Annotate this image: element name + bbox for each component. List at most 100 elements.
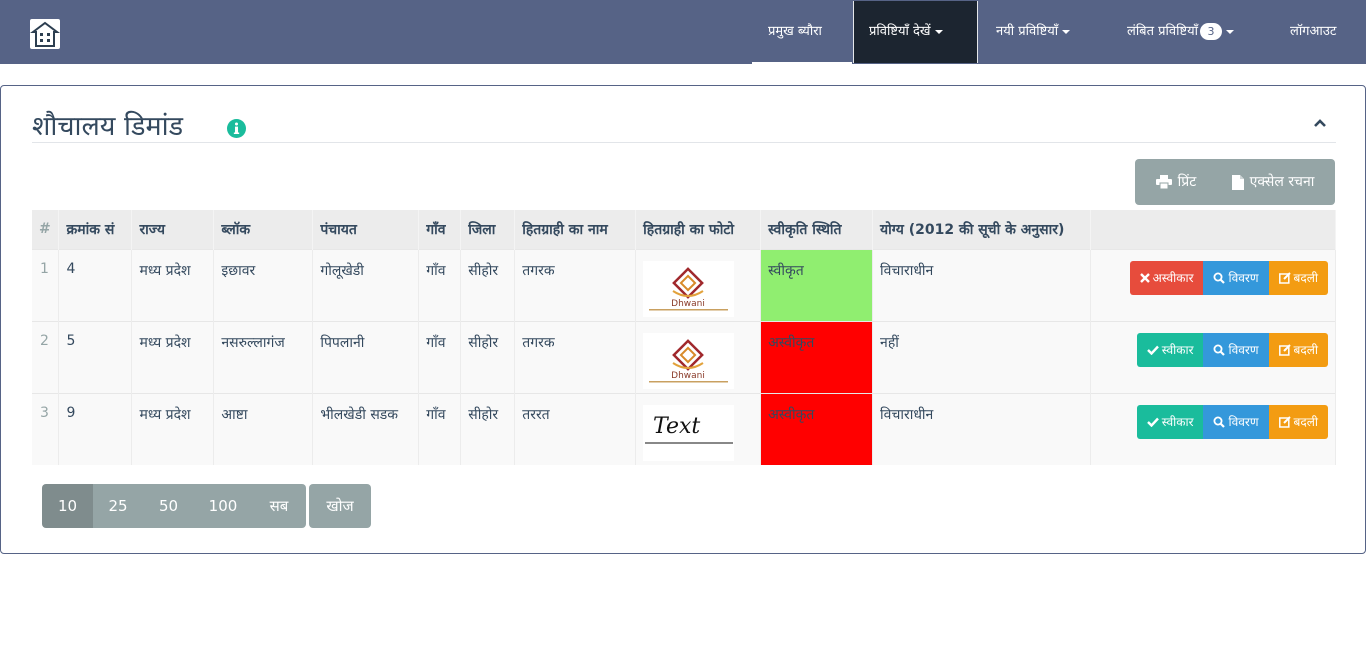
row-serial: 9: [58, 392, 133, 465]
col-block: ब्लॉक: [213, 210, 314, 249]
nav-new-entries[interactable]: नयी प्रविष्टियाँ: [996, 0, 1071, 64]
handwritten-photo-image[interactable]: Text: [643, 404, 735, 461]
edit-label: बदली: [1293, 270, 1318, 285]
row-state: मध्य प्रदेश: [131, 320, 215, 393]
caret-down-icon: [1226, 29, 1235, 34]
row-eligible: नहीं: [872, 320, 1091, 393]
page-size-selector: 10 25 50 100 सब: [42, 484, 306, 528]
check-icon: [1146, 345, 1159, 355]
file-icon: [1231, 174, 1244, 190]
details-button[interactable]: विवरण: [1203, 404, 1269, 439]
nav-pending-entries[interactable]: लंबित प्रविष्टियाँ 3: [1127, 0, 1235, 64]
col-state: राज्य: [131, 210, 215, 249]
nav-view-entries-label: प्रविष्टियाँ देखें: [869, 24, 931, 39]
caret-down-icon: [1062, 29, 1071, 34]
accept-button[interactable]: स्वीकार: [1136, 332, 1204, 367]
print-label: प्रिंट: [1177, 174, 1197, 190]
row-state: मध्य प्रदेश: [131, 248, 215, 321]
details-label: विवरण: [1228, 342, 1259, 357]
page-size-50[interactable]: 50: [143, 484, 194, 528]
accept-label: स्वीकार: [1161, 342, 1194, 357]
row-index: 2: [32, 320, 60, 393]
info-icon[interactable]: [227, 119, 246, 138]
nav-summary[interactable]: प्रमुख ब्यौरा: [768, 0, 822, 64]
reject-button[interactable]: अस्वीकार: [1129, 260, 1204, 295]
svg-text:Dhwani: Dhwani: [671, 299, 705, 309]
edit-icon: [1278, 343, 1291, 356]
row-actions: स्वीकार विवरण बदली: [1090, 320, 1337, 393]
row-block: आष्टा: [213, 392, 314, 465]
row-name: तगरक: [514, 248, 637, 321]
details-button[interactable]: विवरण: [1203, 260, 1269, 295]
dhwani-logo-image[interactable]: Dhwani: [643, 332, 735, 389]
nav-view-entries[interactable]: प्रविष्टियाँ देखें: [853, 1, 978, 63]
excel-button[interactable]: एक्सेल रचना: [1211, 159, 1335, 205]
dhwani-logo-image[interactable]: Dhwani: [643, 260, 735, 317]
col-beneficiary-photo: हितग्राही का फोटो: [635, 210, 762, 249]
accept-button[interactable]: स्वीकार: [1136, 404, 1204, 439]
col-panchayat: पंचायत: [312, 210, 420, 249]
details-button[interactable]: विवरण: [1203, 332, 1269, 367]
col-beneficiary-name: हितग्राही का नाम: [514, 210, 637, 249]
edit-button[interactable]: बदली: [1268, 332, 1328, 367]
search-button[interactable]: खोज: [309, 484, 371, 528]
nav-logout-label: लॉगआउट: [1290, 24, 1337, 39]
page-size-100[interactable]: 100: [194, 484, 252, 528]
row-actions: अस्वीकार विवरण बदली: [1090, 248, 1337, 321]
search-icon: [1213, 416, 1226, 428]
table-row: 3 9 मध्य प्रदेश आष्टा भीलखेडी सडक गाँव स…: [32, 392, 1337, 465]
col-eligible: योग्य (2012 की सूची के अनुसार): [872, 210, 1091, 249]
page-size-10[interactable]: 10: [42, 484, 93, 528]
row-status: अस्वीकृत: [760, 392, 874, 465]
reject-label: अस्वीकार: [1152, 270, 1194, 285]
table-header-row: # क्रमांक सं राज्य ब्लॉक पंचायत गाँव जिल…: [32, 210, 1337, 249]
table-row: 2 5 मध्य प्रदेश नसरुल्लागंज पिपलानी गाँव…: [32, 320, 1337, 393]
details-label: विवरण: [1228, 414, 1259, 429]
col-index: #: [32, 210, 60, 249]
row-panchayat: भीलखेडी सडक: [312, 392, 420, 465]
nav-logout[interactable]: लॉगआउट: [1290, 0, 1336, 64]
nav-summary-label: प्रमुख ब्यौरा: [768, 24, 822, 39]
search-icon: [1213, 272, 1226, 284]
row-village: गाँव: [418, 320, 462, 393]
row-serial: 5: [58, 320, 133, 393]
row-panchayat: गोलूखेडी: [312, 248, 420, 321]
row-index: 3: [32, 392, 60, 465]
details-label: विवरण: [1228, 270, 1259, 285]
export-button-group: प्रिंट एक्सेल रचना: [1135, 159, 1335, 205]
col-approval-status: स्वीकृति स्थिति: [760, 210, 874, 249]
row-photo-cell: Dhwani: [635, 248, 762, 321]
edit-icon: [1278, 271, 1291, 284]
row-eligible: विचाराधीन: [872, 392, 1091, 465]
demand-table: # क्रमांक सं राज्य ब्लॉक पंचायत गाँव जिल…: [32, 210, 1337, 465]
row-actions: स्वीकार विवरण बदली: [1090, 392, 1337, 465]
row-photo-cell: Text: [635, 392, 762, 465]
svg-text:Text: Text: [653, 414, 700, 439]
row-name: तगरक: [514, 320, 637, 393]
row-panchayat: पिपलानी: [312, 320, 420, 393]
nav-underline: [752, 62, 852, 64]
svg-text:Dhwani: Dhwani: [671, 371, 705, 381]
demand-panel: शौचालय डिमांड प्रिंट एक्सेल रचना # क्रमा…: [0, 85, 1366, 554]
row-state: मध्य प्रदेश: [131, 392, 215, 465]
row-district: सीहोर: [460, 320, 516, 393]
col-serial: क्रमांक सं: [58, 210, 133, 249]
top-navbar: प्रमुख ब्यौरा प्रविष्टियाँ देखें नयी प्र…: [0, 0, 1366, 64]
page-size-all[interactable]: सब: [252, 484, 306, 528]
edit-button[interactable]: बदली: [1268, 404, 1328, 439]
print-button[interactable]: प्रिंट: [1135, 159, 1211, 205]
row-eligible: विचाराधीन: [872, 248, 1091, 321]
title-divider: [32, 142, 1336, 143]
row-village: गाँव: [418, 248, 462, 321]
edit-button[interactable]: बदली: [1268, 260, 1328, 295]
page-size-25[interactable]: 25: [93, 484, 143, 528]
table-row: 1 4 मध्य प्रदेश इछावर गोलूखेडी गाँव सीहो…: [32, 248, 1337, 321]
edit-label: बदली: [1293, 414, 1318, 429]
home-logo-icon[interactable]: [30, 19, 60, 49]
edit-label: बदली: [1293, 342, 1318, 357]
printer-icon: [1155, 175, 1172, 189]
col-actions: [1090, 210, 1337, 249]
col-village: गाँव: [418, 210, 462, 249]
search-icon: [1213, 344, 1226, 356]
chevron-up-icon[interactable]: [1313, 116, 1327, 130]
